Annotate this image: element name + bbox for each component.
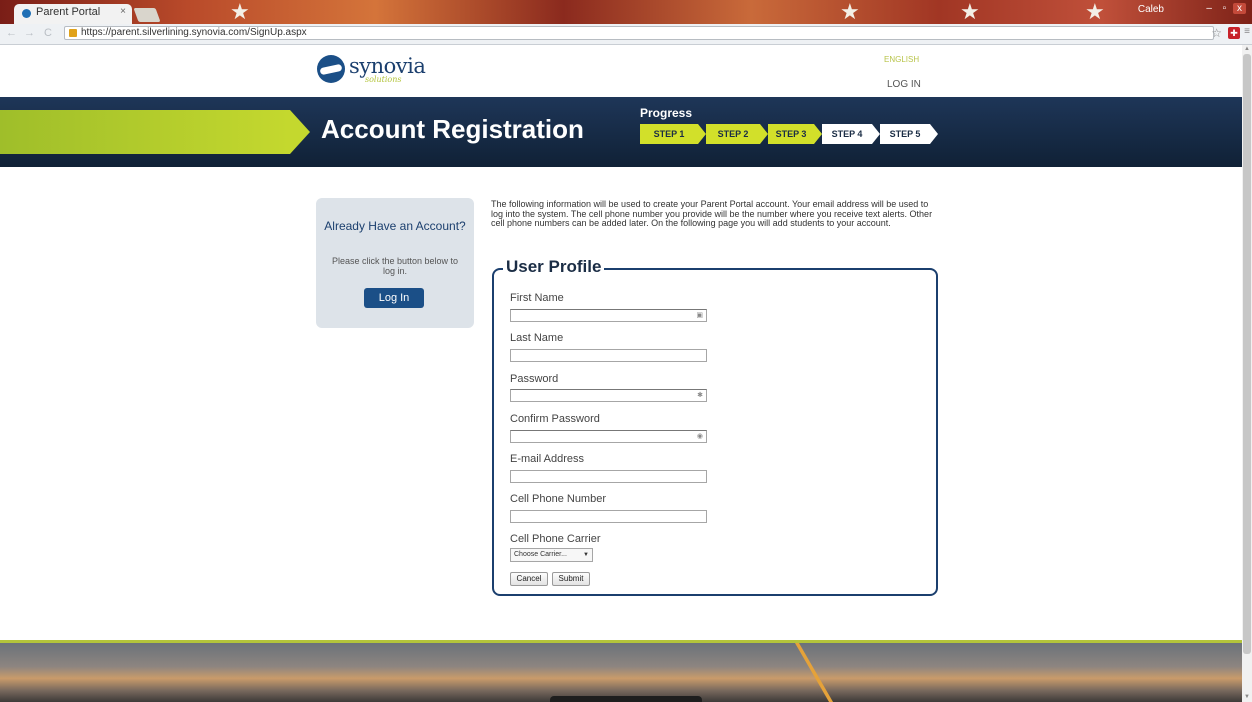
- back-arrow-icon[interactable]: ←: [6, 27, 17, 39]
- login-prompt-box: Already Have an Account? Please click th…: [316, 198, 474, 328]
- confirm-password-label: Confirm Password: [510, 413, 600, 425]
- lock-icon: [69, 29, 77, 37]
- scroll-up-icon[interactable]: ▲: [1243, 46, 1251, 52]
- close-window-button[interactable]: x: [1233, 3, 1246, 14]
- carrier-selected-value: Choose Carrier...: [514, 551, 567, 558]
- password-key-icon: ✱: [697, 392, 703, 399]
- footer-road-image: [0, 643, 1242, 702]
- flag-star-decoration: ★: [1085, 0, 1105, 25]
- extension-icon[interactable]: ✚: [1228, 27, 1240, 39]
- minimize-button[interactable]: –: [1202, 3, 1216, 14]
- address-bar[interactable]: https://parent.silverlining.synovia.com/…: [64, 26, 1214, 40]
- scroll-down-icon[interactable]: ▼: [1243, 694, 1251, 700]
- cell-phone-label: Cell Phone Number: [510, 493, 606, 505]
- scrollbar-thumb[interactable]: [1243, 54, 1251, 654]
- intro-text: The following information will be used t…: [491, 199, 933, 228]
- last-name-input[interactable]: [510, 349, 707, 362]
- window-controls: – ▫ x: [1202, 3, 1246, 14]
- browser-toolbar: ← → C https://parent.silverlining.synovi…: [0, 24, 1252, 45]
- step-4: STEP 4: [822, 124, 872, 144]
- carrier-select[interactable]: Choose Carrier... ▼: [510, 548, 593, 562]
- header-login-link[interactable]: LOG IN: [887, 79, 921, 90]
- page-title: Account Registration: [321, 114, 584, 144]
- email-input[interactable]: [510, 470, 707, 483]
- url-text: https://parent.silverlining.synovia.com/…: [81, 27, 307, 38]
- flag-star-decoration: ★: [230, 0, 250, 25]
- browser-menu-icon[interactable]: ≡: [1244, 26, 1250, 37]
- synovia-logo-icon: [317, 55, 345, 83]
- step-1: STEP 1: [640, 124, 698, 144]
- logo-subtext: solutions: [365, 75, 402, 84]
- step-2: STEP 2: [706, 124, 760, 144]
- tab-close-icon[interactable]: ×: [120, 6, 126, 17]
- registration-banner: Account Registration Progress STEP 1 STE…: [0, 97, 1242, 167]
- synovia-logo[interactable]: synovia solutions: [317, 54, 437, 86]
- forward-arrow-icon[interactable]: →: [24, 27, 35, 39]
- password-input[interactable]: ✱: [510, 389, 707, 402]
- step-3: STEP 3: [768, 124, 814, 144]
- confirm-password-input[interactable]: ◉: [510, 430, 707, 443]
- language-link[interactable]: ENGLISH: [884, 55, 919, 64]
- carrier-label: Cell Phone Carrier: [510, 533, 601, 545]
- cancel-button[interactable]: Cancel: [510, 572, 548, 586]
- last-name-label: Last Name: [510, 332, 564, 344]
- cell-phone-input[interactable]: [510, 510, 707, 523]
- maximize-button[interactable]: ▫: [1219, 3, 1231, 14]
- submit-button[interactable]: Submit: [552, 572, 590, 586]
- synovia-favicon-icon: [22, 9, 31, 18]
- chevron-down-icon: ▼: [583, 552, 589, 558]
- autofill-icon: ▣: [696, 312, 703, 319]
- web-page: synovia solutions ENGLISH LOG IN Account…: [0, 45, 1242, 702]
- new-tab-button[interactable]: [133, 8, 161, 22]
- flag-star-decoration: ★: [960, 0, 980, 25]
- banner-accent-stripe: [0, 110, 290, 154]
- tab-title: Parent Portal: [36, 6, 101, 18]
- progress-label: Progress: [640, 106, 693, 120]
- browser-tab-strip: ★ ★ ★ ★ Parent Portal × Caleb – ▫ x: [0, 0, 1252, 24]
- browser-tab-parent-portal[interactable]: Parent Portal ×: [14, 4, 132, 24]
- browser-user-name[interactable]: Caleb: [1138, 4, 1164, 15]
- step-5: STEP 5: [880, 124, 930, 144]
- login-prompt-title: Already Have an Account?: [324, 219, 466, 233]
- login-prompt-text: Please click the button below to log in.: [331, 256, 459, 276]
- log-in-button[interactable]: Log In: [364, 288, 424, 308]
- first-name-input[interactable]: ▣: [510, 309, 707, 322]
- reload-icon[interactable]: C: [44, 27, 52, 39]
- password-manager-icon: ◉: [696, 433, 703, 440]
- flag-star-decoration: ★: [840, 0, 860, 25]
- first-name-label: First Name: [510, 292, 564, 304]
- password-label: Password: [510, 373, 559, 385]
- bookmark-star-icon[interactable]: ☆: [1211, 26, 1222, 40]
- email-label: E-mail Address: [510, 453, 584, 465]
- user-profile-legend: User Profile: [503, 257, 605, 277]
